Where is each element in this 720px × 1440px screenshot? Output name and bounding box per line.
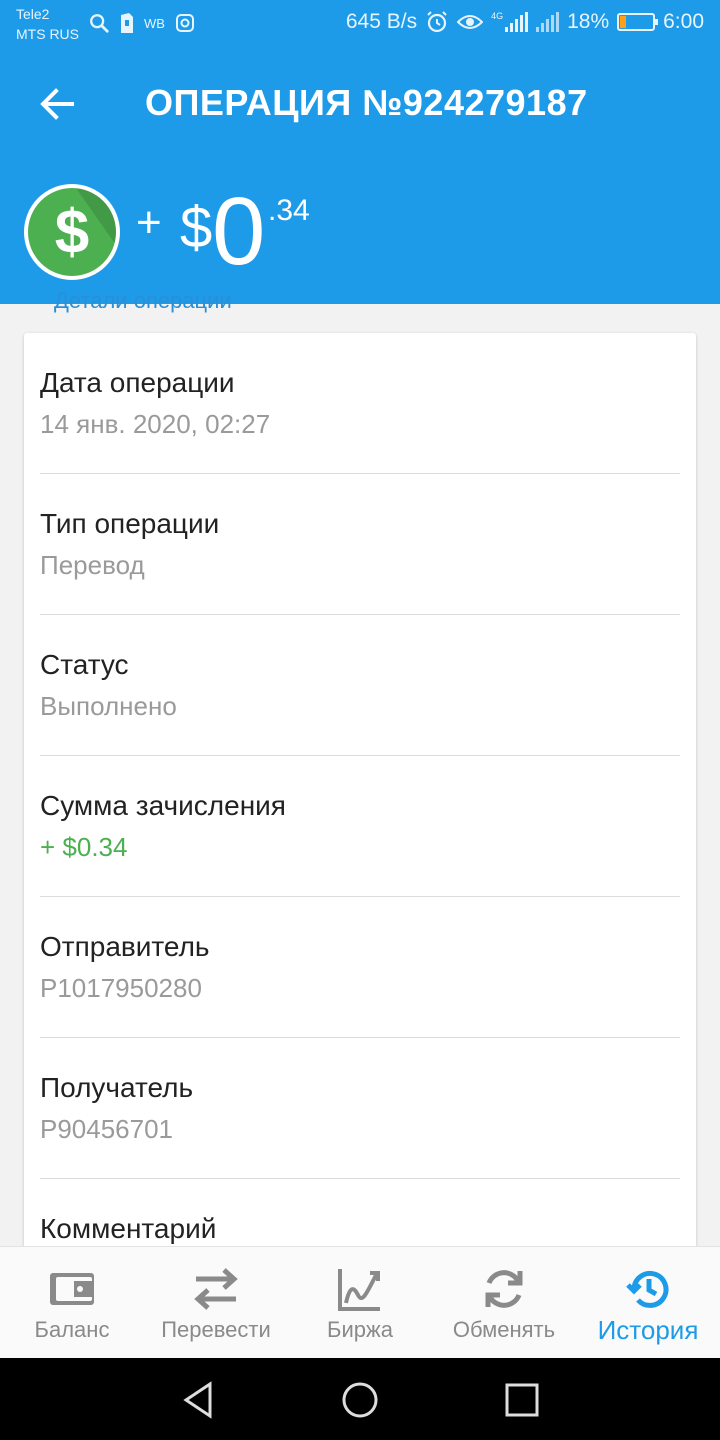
alarm-icon [427,11,447,33]
wb-label: WB [144,15,165,31]
carrier-line-1: Tele2 [16,6,50,22]
nav-label: Баланс [34,1317,110,1342]
detail-row-date: Дата операции 14 янв. 2020, 02:27 [40,333,680,474]
sim-icon [121,13,133,33]
detail-value: P1017950280 [40,973,202,1003]
nav-item-transfer[interactable]: Перевести [144,1247,288,1359]
system-indicators: 645 B/s 4G 18% 6:00 [346,10,704,34]
page-title: ОПЕРАЦИЯ №924279187 [145,82,588,123]
amount-header: $ + $ 0 .34 [0,160,720,304]
detail-row-type: Тип операции Перевод [40,474,680,615]
chart-trend-icon [338,1269,380,1311]
system-recents-icon[interactable] [502,1380,542,1420]
details-card: Дата операции 14 янв. 2020, 02:27 Тип оп… [24,333,696,1273]
nav-label: Перевести [161,1317,271,1342]
system-back-icon[interactable] [180,1380,220,1420]
detail-value: Перевод [40,550,145,580]
nav-item-swap[interactable]: Обменять [432,1247,576,1359]
signal-strength-icon-2 [536,12,560,32]
detail-value: + $0.34 [40,832,128,862]
notification-icons: WB [88,12,195,34]
detail-value: P90456701 [40,1114,174,1144]
nav-item-history[interactable]: История [576,1247,720,1359]
detail-row-amount: Сумма зачисления + $0.34 [40,756,680,897]
battery-icon [617,13,659,31]
carrier-line-2: MTS RUS [16,26,79,42]
nav-item-balance[interactable]: Баланс [0,1247,144,1359]
eye-icon [457,15,484,29]
search-icon [90,14,109,33]
amount-fraction: .34 [268,194,310,227]
network-4g-signal: 4G [491,11,529,32]
section-label: Детали операции [54,288,232,313]
detail-label: Тип операции [40,508,220,539]
dollar-coin-icon: $ [24,184,120,280]
bottom-navigation: Баланс Перевести Биржа Обменять История [0,1246,720,1358]
wallet-icon [50,1273,94,1305]
detail-label: Комментарий [40,1213,217,1244]
back-button[interactable] [36,82,80,126]
detail-value: 14 янв. 2020, 02:27 [40,409,271,439]
signal-strength-icon [505,12,529,32]
nav-item-exchange-market[interactable]: Биржа [288,1247,432,1359]
app-bar: ОПЕРАЦИЯ №924279187 [0,52,720,160]
status-bar: Tele2 MTS RUS WB 645 B/s 4G 18% 6:00 [0,0,720,52]
clock: 6:00 [663,10,704,33]
coin-symbol: $ [54,197,90,267]
transfer-arrows-icon [194,1268,238,1310]
detail-label: Дата операции [40,367,235,398]
battery-percent: 18% [567,10,610,33]
net-speed: 645 B/s [345,10,418,33]
exchange-refresh-icon [485,1270,523,1308]
amount-sign: + [136,198,162,247]
detail-row-recipient: Получатель P90456701 [40,1038,680,1179]
amount-integer: 0 [212,178,266,285]
system-home-icon[interactable] [340,1380,380,1420]
system-navigation-bar [0,1358,720,1440]
carrier-info: Tele2 MTS RUS [16,4,79,44]
nav-label: Обменять [452,1317,556,1342]
arrow-back-icon [40,88,74,120]
nav-label: История [597,1315,699,1345]
detail-label: Отправитель [40,931,210,962]
nav-label: Биржа [327,1317,393,1342]
instagram-icon [175,14,194,32]
amount-currency: $ [180,195,213,260]
detail-value: Выполнено [40,691,177,721]
history-clock-icon [626,1270,669,1308]
detail-label: Сумма зачисления [40,790,286,821]
network-badge: 4G [491,11,504,21]
detail-row-status: Статус Выполнено [40,615,680,756]
detail-label: Получатель [40,1072,194,1103]
detail-row-sender: Отправитель P1017950280 [40,897,680,1038]
detail-label: Статус [40,649,129,680]
